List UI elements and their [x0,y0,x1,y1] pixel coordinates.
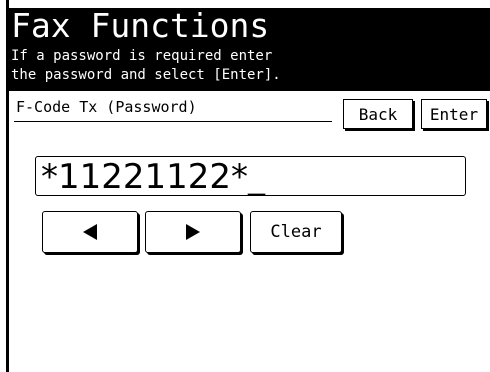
back-button[interactable]: Back [343,99,413,129]
clear-button[interactable]: Clear [250,211,342,253]
instruction-text: If a password is required enter the pass… [11,48,281,83]
right-arrow-icon [186,224,200,240]
subheader: F-Code Tx (Password) [14,97,332,122]
cursor-right-button[interactable] [145,211,241,253]
cursor-left-button[interactable] [42,211,138,253]
left-arrow-icon [83,224,97,240]
subheader-label: F-Code Tx (Password) [16,98,197,116]
header-bar: Fax Functions If a password is required … [6,6,490,91]
password-input[interactable]: *11221122*_ [35,156,466,196]
enter-button[interactable]: Enter [421,99,487,129]
screen-title: Fax Functions [11,6,270,45]
password-value: *11221122*_ [41,157,266,197]
